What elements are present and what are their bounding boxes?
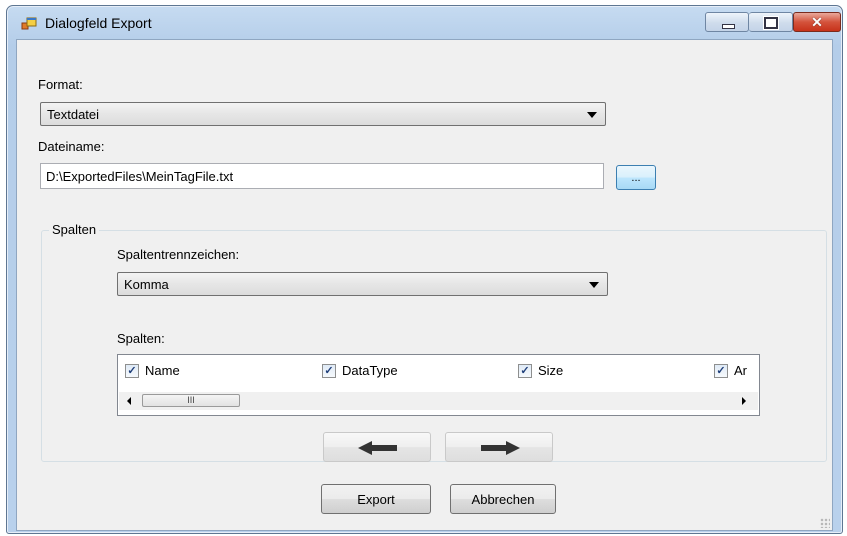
column-item-label: DataType	[342, 363, 398, 378]
scroll-right-icon[interactable]	[742, 397, 746, 405]
title-bar[interactable]: Dialogfeld Export ✕	[7, 6, 842, 38]
columns-groupbox	[41, 230, 827, 462]
minimize-button[interactable]	[705, 12, 749, 32]
export-button[interactable]: Export	[321, 484, 431, 514]
filename-field[interactable]	[40, 163, 604, 189]
separator-label: Spaltentrennzeichen:	[117, 247, 240, 262]
window-title: Dialogfeld Export	[45, 15, 152, 31]
arrow-right-icon	[481, 441, 520, 455]
close-icon: ✕	[811, 14, 823, 30]
column-item-label: Size	[538, 363, 564, 378]
checkbox-checked-icon[interactable]: ✓	[125, 364, 139, 378]
checkbox-checked-icon[interactable]: ✓	[518, 364, 532, 378]
scroll-left-icon[interactable]	[127, 397, 131, 405]
scroll-thumb[interactable]: III	[142, 394, 240, 407]
arrow-left-icon	[358, 441, 397, 455]
columns-group-title: Spalten	[49, 222, 100, 237]
separator-selected-value: Komma	[124, 277, 169, 292]
close-button[interactable]: ✕	[793, 12, 841, 32]
browse-button[interactable]: ...	[616, 165, 656, 190]
columns-checklist[interactable]: ✓ Name ✓ DataType ✓ Size ✓ Ar III	[117, 354, 760, 416]
column-item-label: Ar	[734, 363, 747, 378]
resize-grip[interactable]	[820, 518, 830, 528]
dialog-app-icon	[21, 17, 37, 30]
filename-label: Dateiname:	[38, 139, 105, 154]
separator-dropdown[interactable]: Komma	[117, 272, 608, 296]
format-dropdown[interactable]: Textdatei	[40, 102, 606, 126]
checkbox-checked-icon[interactable]: ✓	[714, 364, 728, 378]
move-left-button[interactable]	[323, 432, 431, 462]
checkbox-checked-icon[interactable]: ✓	[322, 364, 336, 378]
format-label: Format:	[38, 77, 83, 92]
move-right-button[interactable]	[445, 432, 553, 462]
columns-list-label: Spalten:	[117, 331, 165, 346]
export-dialog-window: Dialogfeld Export ✕ Format: Textdatei Da…	[6, 5, 843, 534]
dialog-client-area: Format: Textdatei Dateiname: ... Spalten…	[16, 39, 833, 531]
column-item-label: Name	[145, 363, 180, 378]
format-selected-value: Textdatei	[47, 107, 100, 122]
chevron-down-icon	[589, 282, 599, 288]
chevron-down-icon	[587, 112, 597, 118]
maximize-button[interactable]	[749, 12, 793, 32]
filename-input[interactable]	[41, 164, 603, 188]
cancel-button[interactable]: Abbrechen	[450, 484, 556, 514]
horizontal-scrollbar[interactable]: III	[119, 392, 758, 410]
